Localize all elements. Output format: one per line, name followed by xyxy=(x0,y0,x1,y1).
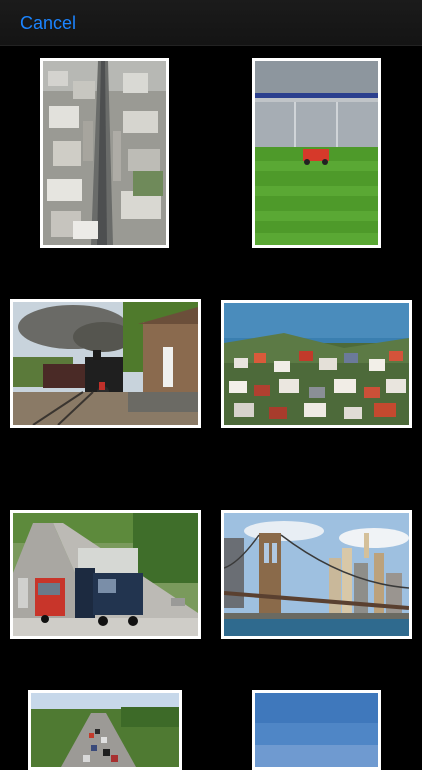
highway-trucks-photo xyxy=(13,513,198,636)
bridge-skyline-photo xyxy=(224,513,409,636)
photo-thumbnail-aerial-city[interactable] xyxy=(40,58,169,248)
photo-thumbnail-bridge-skyline[interactable] xyxy=(221,510,412,639)
steam-train-photo xyxy=(13,302,198,425)
photo-thumbnail-coastal-houses[interactable] xyxy=(221,300,412,428)
sky-photo xyxy=(255,693,378,767)
aerial-city-photo xyxy=(43,61,166,245)
stadium-photo xyxy=(255,61,378,245)
highway-traffic-photo xyxy=(31,693,179,767)
navigation-bar: Cancel xyxy=(0,0,422,46)
coastal-houses-photo xyxy=(224,303,409,425)
photo-thumbnail-highway-traffic[interactable] xyxy=(28,690,182,770)
photo-thumbnail-stadium[interactable] xyxy=(252,58,381,248)
photo-thumbnail-steam-train[interactable] xyxy=(10,299,201,428)
photo-grid xyxy=(0,46,422,770)
photo-thumbnail-sky[interactable] xyxy=(252,690,381,770)
photo-thumbnail-highway-trucks[interactable] xyxy=(10,510,201,639)
cancel-button[interactable]: Cancel xyxy=(20,12,76,34)
